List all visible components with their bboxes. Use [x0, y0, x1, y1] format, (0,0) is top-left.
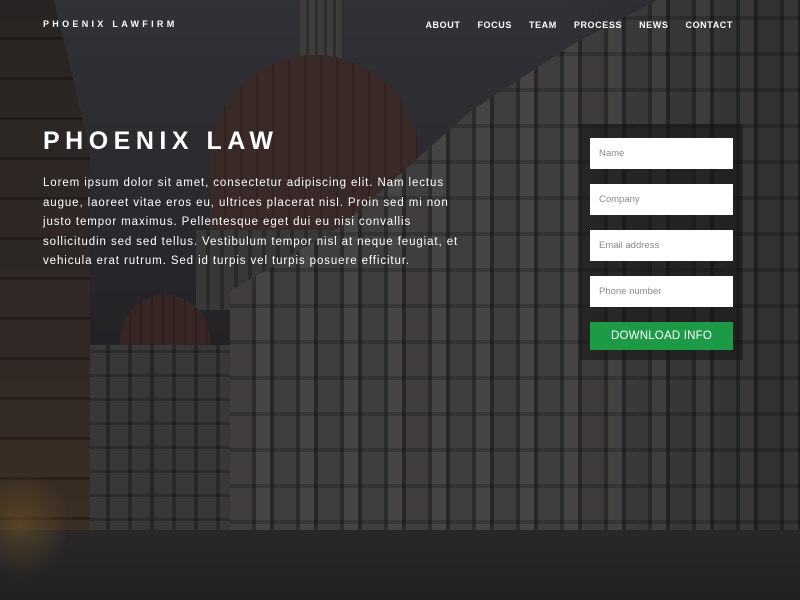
- download-info-button[interactable]: DOWNLOAD INFO: [590, 322, 733, 350]
- hero-description: Lorem ipsum dolor sit amet, consectetur …: [43, 177, 459, 267]
- nav-about[interactable]: ABOUT: [425, 20, 460, 30]
- hero-title: PHOENIX LAW: [43, 127, 279, 155]
- main-nav: ABOUT FOCUS TEAM PROCESS NEWS CONTACT: [425, 20, 733, 30]
- nav-team[interactable]: TEAM: [529, 20, 557, 30]
- nav-contact[interactable]: CONTACT: [685, 20, 733, 30]
- name-field[interactable]: [590, 138, 733, 169]
- brand-logo[interactable]: PHOENIX LAWFIRM: [43, 19, 178, 29]
- nav-focus[interactable]: FOCUS: [477, 20, 512, 30]
- company-field[interactable]: [590, 184, 733, 215]
- nav-news[interactable]: NEWS: [639, 20, 668, 30]
- phone-field[interactable]: [590, 276, 733, 307]
- nav-process[interactable]: PROCESS: [574, 20, 622, 30]
- email-field[interactable]: [590, 230, 733, 261]
